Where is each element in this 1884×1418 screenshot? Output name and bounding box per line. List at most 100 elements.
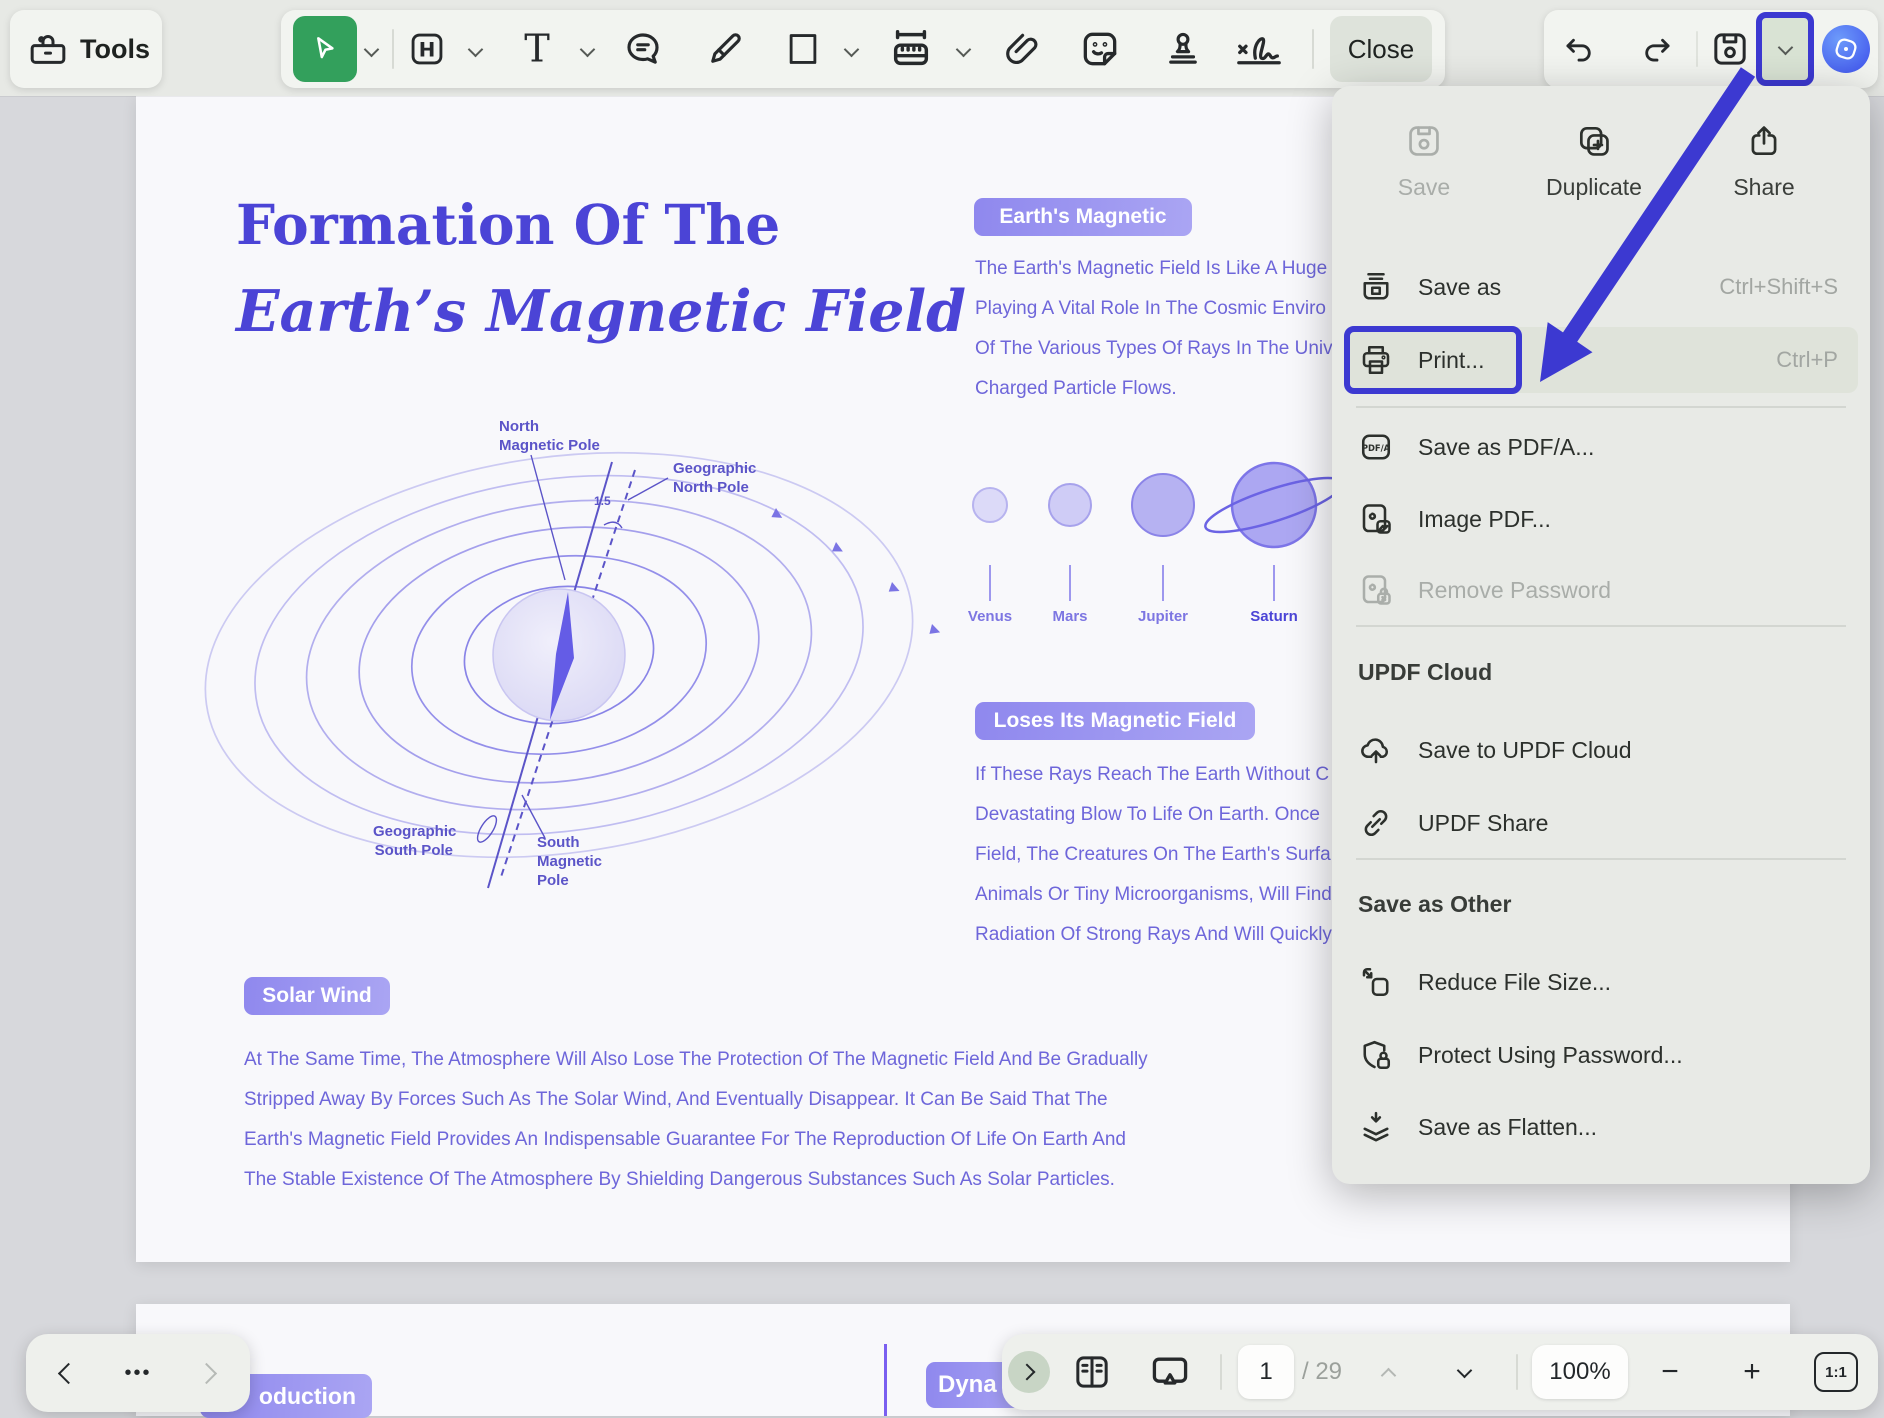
chevron-right-icon (195, 1362, 216, 1383)
doc-title-line1: Formation Of The (236, 192, 780, 257)
chevron-down-icon (1777, 39, 1793, 55)
edit-toolbar: H T (281, 10, 1445, 88)
chevron-left-icon (57, 1362, 78, 1383)
top-toolbar: Tools H T (0, 0, 1884, 96)
updf-ai-swirl-icon (1831, 34, 1861, 64)
menu-image-pdf-label: Image PDF... (1418, 506, 1551, 533)
menu-share-label: Share (1733, 174, 1794, 201)
rotation-indicator (474, 813, 500, 845)
doc-title-line2: Earth’s Magnetic Field (236, 278, 966, 345)
save-menu-chevron-button[interactable] (1756, 12, 1814, 86)
measure-tool-chevron-down-icon[interactable] (956, 42, 972, 58)
cursor-icon (309, 33, 341, 65)
svg-text:PDF/A: PDF/A (1362, 443, 1391, 453)
solar-wind-paragraph: At The Same Time, The Atmosphere Will Al… (244, 1040, 1244, 1200)
menu-protect-password-label: Protect Using Password... (1418, 1042, 1683, 1069)
select-tool-button[interactable] (293, 16, 357, 82)
menu-reduce-file-size-label: Reduce File Size... (1418, 969, 1611, 996)
comment-tool-icon[interactable] (622, 28, 664, 70)
menu-section-updf-cloud: UPDF Cloud (1358, 659, 1492, 686)
nav-back-button[interactable] (48, 1334, 88, 1412)
loses-magnetic-badge: Loses Its Magnetic Field (975, 702, 1255, 740)
page-total-label: / 29 (1302, 1334, 1342, 1410)
nav-forward-button[interactable] (186, 1334, 226, 1412)
signature-tool-icon[interactable] (1230, 27, 1288, 71)
save-toolbar (1544, 10, 1878, 88)
pencil-tool-icon[interactable] (704, 28, 746, 70)
updf-ai-logo[interactable] (1822, 25, 1870, 73)
label-north-magnetic-pole: North Magnetic Pole (499, 417, 600, 455)
text-tool-icon[interactable]: T (517, 29, 557, 69)
save-as-icon (1358, 269, 1394, 305)
menu-item-save-as[interactable]: Save as Ctrl+Shift+S (1358, 259, 1844, 315)
pdfa-icon: PDF/A (1358, 429, 1394, 465)
tools-button[interactable]: Tools (10, 10, 162, 88)
planet-label-saturn: Saturn (1214, 607, 1334, 626)
menu-item-save-as-flatten[interactable]: Save as Flatten... (1358, 1099, 1844, 1155)
menu-item-image-pdf[interactable]: Image PDF... (1358, 491, 1844, 547)
solar-wind-badge: Solar Wind (244, 977, 390, 1015)
shield-lock-icon (1358, 1037, 1394, 1073)
image-pdf-icon (1358, 501, 1394, 537)
label-geographic-north-pole: Geographic North Pole (673, 459, 756, 497)
close-button[interactable]: Close (1330, 16, 1432, 82)
select-tool-chevron-down-icon[interactable] (364, 42, 380, 58)
field-arrows (770, 508, 942, 638)
page2-column-divider (884, 1344, 887, 1416)
stamp-tool-icon[interactable] (1162, 28, 1204, 70)
shape-tool-icon[interactable] (784, 30, 822, 68)
south-pole-pointer (522, 795, 545, 838)
planet-label-jupiter: Jupiter (1103, 607, 1223, 626)
chevron-up-icon (1380, 1367, 1396, 1383)
zoom-level-button[interactable]: 100% (1532, 1345, 1628, 1399)
page-nav-pill: ••• (26, 1334, 250, 1412)
menu-save-as-label: Save as (1418, 274, 1501, 301)
share-icon (1745, 122, 1783, 160)
cloud-upload-icon (1358, 732, 1394, 768)
label-south-magnetic-pole: South Magnetic Pole (537, 833, 602, 890)
measure-tool-icon[interactable] (888, 26, 934, 72)
menu-item-updf-share[interactable]: UPDF Share (1358, 795, 1844, 851)
collapse-toolbar-button[interactable] (1008, 1351, 1050, 1393)
toolbox-icon (28, 29, 68, 69)
menu-save-as-flatten-label: Save as Flatten... (1418, 1114, 1597, 1141)
menu-section-save-as-other: Save as Other (1358, 891, 1511, 918)
page-number-input[interactable]: 1 (1238, 1345, 1294, 1399)
zoom-in-button[interactable]: + (1730, 1334, 1774, 1410)
planet-venus (973, 488, 1007, 522)
heading-tool-chevron-down-icon[interactable] (468, 42, 484, 58)
sticker-tool-icon[interactable] (1078, 27, 1122, 71)
nav-more-button[interactable]: ••• (108, 1334, 168, 1412)
menu-share-action[interactable]: Share (1704, 122, 1824, 201)
print-highlight-border (1344, 326, 1522, 394)
actual-size-button[interactable]: 1:1 (1814, 1352, 1858, 1392)
redo-icon[interactable] (1638, 30, 1676, 68)
chevron-right-icon (1019, 1364, 1036, 1381)
save-icon[interactable] (1710, 29, 1750, 69)
undo-icon[interactable] (1560, 30, 1598, 68)
label-geographic-south-pole: Geographic South Pole (373, 822, 453, 860)
menu-item-protect-using-password[interactable]: Protect Using Password... (1358, 1027, 1844, 1083)
attachment-tool-icon[interactable] (1003, 28, 1045, 70)
previous-page-button[interactable] (1368, 1334, 1408, 1410)
remove-password-icon (1358, 572, 1394, 608)
menu-item-save-as-pdfa[interactable]: PDF/A Save as PDF/A... (1358, 419, 1844, 475)
menu-item-reduce-file-size[interactable]: Reduce File Size... (1358, 954, 1844, 1010)
chevron-down-icon (1456, 1362, 1472, 1378)
menu-item-remove-password: Remove Password (1358, 562, 1844, 618)
north-pole-pointer (531, 455, 565, 580)
menu-item-save-to-updf-cloud[interactable]: Save to UPDF Cloud (1358, 722, 1844, 778)
next-page-button[interactable] (1444, 1334, 1484, 1410)
reduce-file-size-icon (1358, 964, 1394, 1000)
duplicate-icon (1575, 122, 1613, 160)
shape-tool-chevron-down-icon[interactable] (844, 42, 860, 58)
save-icon (1405, 122, 1443, 160)
two-page-view-icon[interactable] (1072, 1352, 1112, 1392)
text-tool-chevron-down-icon[interactable] (580, 42, 596, 58)
planets-graphic (940, 430, 1360, 630)
presentation-mode-icon[interactable] (1148, 1350, 1192, 1394)
menu-duplicate-action[interactable]: Duplicate (1534, 122, 1654, 201)
heading-tool-icon[interactable]: H (408, 30, 446, 68)
view-controls-pill: 1 / 29 100% − + 1:1 (1002, 1334, 1878, 1410)
zoom-out-button[interactable]: − (1648, 1334, 1692, 1410)
